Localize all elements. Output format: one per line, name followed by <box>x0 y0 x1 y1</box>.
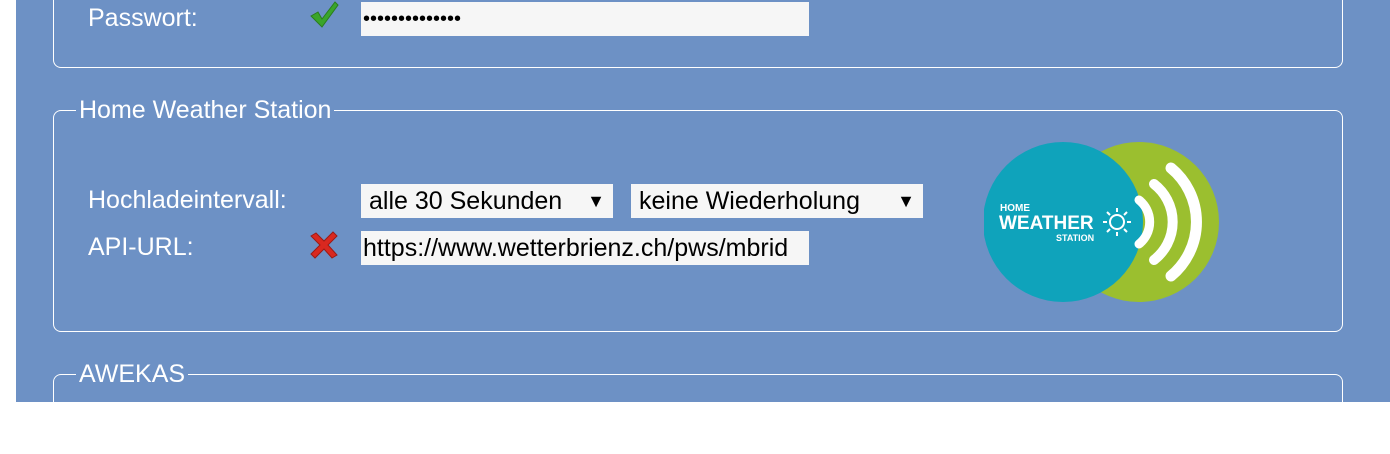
password-label: Passwort: <box>88 4 198 32</box>
hws-legend: Home Weather Station <box>76 95 335 125</box>
error-x-icon <box>308 230 340 265</box>
hws-section: Home Weather Station Hochladeintervall: … <box>53 95 1343 332</box>
logo-text-weather: WEATHER <box>999 213 1094 234</box>
upload-interval-value: alle 30 Sekunden <box>369 187 563 215</box>
password-field[interactable]: •••••••••••••• <box>361 2 809 36</box>
repeat-value: keine Wiederholung <box>639 187 860 215</box>
chevron-down-icon: ▼ <box>897 191 915 211</box>
logo-text-station: STATION <box>1056 233 1094 243</box>
api-url-label: API-URL: <box>88 233 194 261</box>
check-icon <box>308 0 340 36</box>
credentials-section: Passwort: •••••••••••••• <box>53 0 1343 68</box>
upload-interval-select[interactable]: alle 30 Sekunden ▼ <box>361 184 613 218</box>
upload-interval-label: Hochladeintervall: <box>88 186 287 214</box>
chevron-down-icon: ▼ <box>587 191 605 211</box>
repeat-select[interactable]: keine Wiederholung ▼ <box>631 184 923 218</box>
awekas-legend: AWEKAS <box>76 359 189 389</box>
home-weather-station-logo: HOME WEATHER STATION <box>983 140 1220 309</box>
settings-page: Passwort: •••••••••••••• Home Weather St… <box>16 0 1390 454</box>
awekas-section: AWEKAS <box>53 359 1343 454</box>
api-url-field[interactable]: https://www.wetterbrienz.ch/pws/mbrid <box>361 231 809 265</box>
